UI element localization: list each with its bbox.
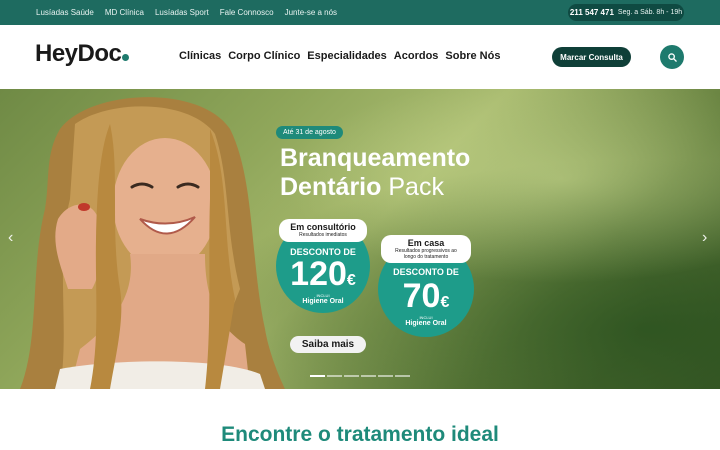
- carousel-dot[interactable]: [344, 375, 359, 377]
- offer-sub: Higiene Oral: [405, 320, 447, 327]
- carousel-dot[interactable]: [378, 375, 393, 377]
- nav-item-sobre-nos[interactable]: Sobre Nós: [445, 50, 500, 62]
- main-nav: Clínicas Corpo Clínico Especialidades Ac…: [179, 50, 500, 62]
- book-appointment-button[interactable]: Marcar Consulta: [552, 47, 631, 67]
- hero-title-line2: Dentário Pack: [280, 173, 470, 202]
- nav-item-corpo-clinico[interactable]: Corpo Clínico: [228, 50, 300, 62]
- top-link-md-clinica[interactable]: MD Clínica: [105, 8, 144, 17]
- hero-woman-image: [20, 97, 285, 389]
- learn-more-button[interactable]: Saiba mais: [290, 336, 366, 353]
- section-title: Encontre o tratamento ideal: [221, 423, 499, 446]
- hero-banner[interactable]: ‹ › Até 31 de agosto Branqueamento Dentá…: [0, 89, 720, 389]
- offer-pill-clinic: Em consultório Resultados imediatos: [279, 219, 367, 242]
- nav-item-acordos[interactable]: Acordos: [394, 50, 439, 62]
- offer-price-value: 70: [402, 277, 441, 315]
- carousel-dot[interactable]: [327, 375, 342, 377]
- phone-number: 211 547 471: [569, 8, 614, 17]
- logo-dot: [122, 54, 130, 61]
- offer-pill-sub: Resultados progressivos ao longo do trat…: [395, 248, 457, 260]
- top-bar: Lusíadas Saúde MD Clínica Lusíadas Sport…: [0, 0, 720, 25]
- offer-price-value: 120: [290, 255, 347, 293]
- date-badge: Até 31 de agosto: [276, 126, 343, 139]
- offer-price: 120€: [276, 257, 370, 298]
- hero-title-bold: Dentário: [280, 173, 382, 201]
- offer-desc: DESCONTO DE: [393, 267, 459, 277]
- top-links: Lusíadas Saúde MD Clínica Lusíadas Sport…: [36, 0, 348, 25]
- offer-currency: €: [346, 272, 356, 289]
- nav-item-clinicas[interactable]: Clínicas: [179, 50, 221, 62]
- carousel-dot[interactable]: [395, 375, 410, 377]
- carousel-dot[interactable]: [310, 375, 325, 377]
- search-icon: [667, 52, 677, 62]
- phone-pill[interactable]: 211 547 471 Seg. a Sáb. 8h - 19h: [568, 4, 684, 21]
- top-link-fale-connosco[interactable]: Fale Connosco: [220, 8, 274, 17]
- offer-pill-sub: Resultados imediatos: [299, 232, 347, 238]
- top-link-lusiadas-saude[interactable]: Lusíadas Saúde: [36, 8, 94, 17]
- carousel-dots: [310, 375, 410, 377]
- offer-price: 70€: [378, 279, 474, 320]
- top-link-lusiadas-sport[interactable]: Lusíadas Sport: [155, 8, 209, 17]
- hero-next-arrow[interactable]: ›: [702, 229, 707, 247]
- hero-title: Branqueamento Dentário Pack: [280, 144, 470, 202]
- logo[interactable]: HeyDoc: [35, 40, 130, 68]
- offer-pill-title: Em casa: [407, 238, 445, 248]
- top-link-junte-se[interactable]: Junte-se a nós: [285, 8, 337, 17]
- offer-pill-title: Em consultório: [290, 222, 356, 232]
- hero-title-light: Pack: [388, 173, 444, 201]
- offer-currency: €: [440, 294, 450, 311]
- hero-title-line1: Branqueamento: [280, 144, 471, 172]
- carousel-dot[interactable]: [361, 375, 376, 377]
- offer-pill-home: Em casa Resultados progressivos ao longo…: [381, 235, 471, 263]
- offer-sub: Higiene Oral: [302, 298, 344, 305]
- phone-hours: Seg. a Sáb. 8h - 19h: [617, 9, 683, 16]
- logo-text: HeyDoc: [35, 40, 122, 67]
- search-button[interactable]: [660, 45, 684, 69]
- hero-prev-arrow[interactable]: ‹: [8, 229, 13, 247]
- nav-item-especialidades[interactable]: Especialidades: [307, 50, 387, 62]
